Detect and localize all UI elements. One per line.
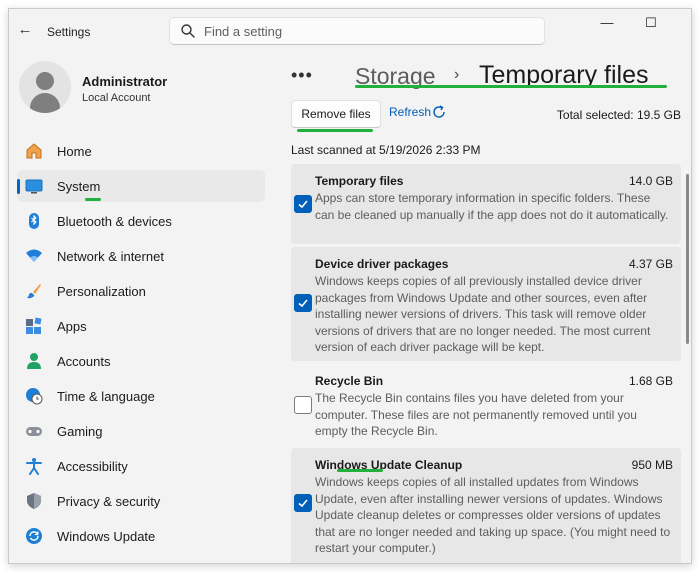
annotation-underline-system: [85, 198, 101, 201]
sidebar-item-label: Time & language: [57, 389, 155, 404]
sidebar-item-accounts[interactable]: Accounts: [17, 345, 265, 377]
list-item-windows-update-cleanup[interactable]: Windows Update Cleanup 950 MB Windows ke…: [291, 448, 681, 563]
sidebar-nav: Home System Bluetooth & devices Network …: [17, 135, 265, 555]
item-size: 14.0 GB: [628, 174, 673, 188]
annotation-underline-title: [355, 85, 667, 88]
checkbox[interactable]: [294, 396, 312, 414]
sidebar-item-label: Personalization: [57, 284, 146, 299]
sidebar-item-label: Home: [57, 144, 92, 159]
back-arrow-icon[interactable]: ←: [15, 21, 35, 39]
item-size: 1.68 GB: [628, 374, 673, 388]
total-selected-size: Total selected: 19.5 GB: [556, 108, 681, 122]
last-scanned-text: Last scanned at 5/19/2026 2:33 PM: [291, 143, 481, 157]
item-description: Apps can store temporary information in …: [315, 191, 669, 222]
item-description: Windows keeps copies of all previously i…: [315, 274, 651, 354]
search-input[interactable]: [204, 21, 534, 41]
sidebar-item-bluetooth-devices[interactable]: Bluetooth & devices: [17, 205, 265, 237]
checkbox[interactable]: [294, 195, 312, 213]
refresh-icon: [431, 104, 447, 123]
sidebar-item-label: Gaming: [57, 424, 103, 439]
system-icon: [25, 177, 43, 195]
checkmark-icon: [298, 299, 308, 308]
list-item-recycle-bin[interactable]: Recycle Bin 1.68 GB The Recycle Bin cont…: [291, 364, 681, 445]
gamepad-icon: [25, 422, 43, 440]
sidebar-item-windows-update[interactable]: Windows Update: [17, 520, 265, 552]
temporary-files-list: Temporary files 14.0 GB Apps can store t…: [291, 164, 681, 563]
sidebar-item-label: Accounts: [57, 354, 111, 369]
title-bar: ← Settings — ☐: [9, 9, 691, 51]
sidebar-item-time-language[interactable]: Time & language: [17, 380, 265, 412]
profile-name: Administrator: [82, 74, 168, 89]
item-title: Device driver packages: [315, 257, 449, 271]
maximize-button[interactable]: ☐: [637, 15, 665, 33]
checkbox[interactable]: [294, 494, 312, 512]
checkmark-icon: [298, 499, 308, 508]
list-item-temporary-files[interactable]: Temporary files 14.0 GB Apps can store t…: [291, 164, 681, 244]
sidebar-item-gaming[interactable]: Gaming: [17, 415, 265, 447]
search-box[interactable]: [169, 17, 545, 45]
sidebar-item-label: Windows Update: [57, 529, 156, 544]
wifi-icon: [25, 247, 43, 265]
settings-window: ← Settings — ☐ Administrator Local Accou…: [8, 8, 692, 564]
item-size: 950 MB: [631, 458, 673, 472]
remove-files-button[interactable]: Remove files: [291, 100, 381, 128]
breadcrumb-overflow-button[interactable]: •••: [291, 65, 313, 86]
refresh-label: Refresh: [389, 105, 432, 119]
item-description: The Recycle Bin contains files you have …: [315, 391, 637, 438]
account-profile[interactable]: Administrator Local Account: [19, 61, 279, 117]
minimize-button[interactable]: —: [593, 15, 621, 33]
windows-update-icon: [25, 527, 43, 545]
scrollbar[interactable]: [686, 174, 689, 344]
sidebar-item-label: Privacy & security: [57, 494, 161, 509]
checkmark-icon: [298, 200, 308, 209]
sidebar-item-label: Apps: [57, 319, 87, 334]
sidebar-item-label: System: [57, 179, 101, 194]
bluetooth-icon: [25, 212, 43, 230]
selection-indicator: [17, 179, 20, 194]
apps-icon: [25, 317, 43, 335]
sidebar-item-accessibility[interactable]: Accessibility: [17, 450, 265, 482]
sidebar-item-privacy-security[interactable]: Privacy & security: [17, 485, 265, 517]
chevron-right-icon: ›: [454, 66, 460, 83]
avatar: [19, 61, 71, 113]
sidebar-item-system[interactable]: System: [17, 170, 265, 202]
item-description: Windows keeps copies of all installed up…: [315, 475, 671, 555]
annotation-underline-windows-update-cleanup: [337, 469, 383, 472]
accounts-icon: [25, 352, 43, 370]
list-item-device-driver-packages[interactable]: Device driver packages 4.37 GB Windows k…: [291, 247, 681, 361]
home-icon: [25, 142, 43, 160]
globe-clock-icon: [25, 387, 43, 405]
item-size: 4.37 GB: [628, 257, 673, 271]
shield-icon: [25, 492, 43, 510]
checkbox[interactable]: [294, 294, 312, 312]
accessibility-icon: [25, 457, 43, 475]
profile-account-type: Local Account: [82, 92, 151, 104]
sidebar-item-network-internet[interactable]: Network & internet: [17, 240, 265, 272]
item-title: Temporary files: [315, 174, 404, 188]
sidebar-item-personalization[interactable]: Personalization: [17, 275, 265, 307]
search-icon: [180, 23, 196, 44]
sidebar-item-apps[interactable]: Apps: [17, 310, 265, 342]
app-title: Settings: [47, 25, 91, 39]
brush-icon: [25, 282, 43, 300]
refresh-button[interactable]: Refresh: [389, 105, 445, 125]
sidebar-item-label: Accessibility: [57, 459, 128, 474]
sidebar-item-home[interactable]: Home: [17, 135, 265, 167]
sidebar-item-label: Network & internet: [57, 249, 164, 264]
sidebar-item-label: Bluetooth & devices: [57, 214, 172, 229]
item-title: Recycle Bin: [315, 374, 384, 388]
annotation-underline-remove: [297, 129, 373, 132]
